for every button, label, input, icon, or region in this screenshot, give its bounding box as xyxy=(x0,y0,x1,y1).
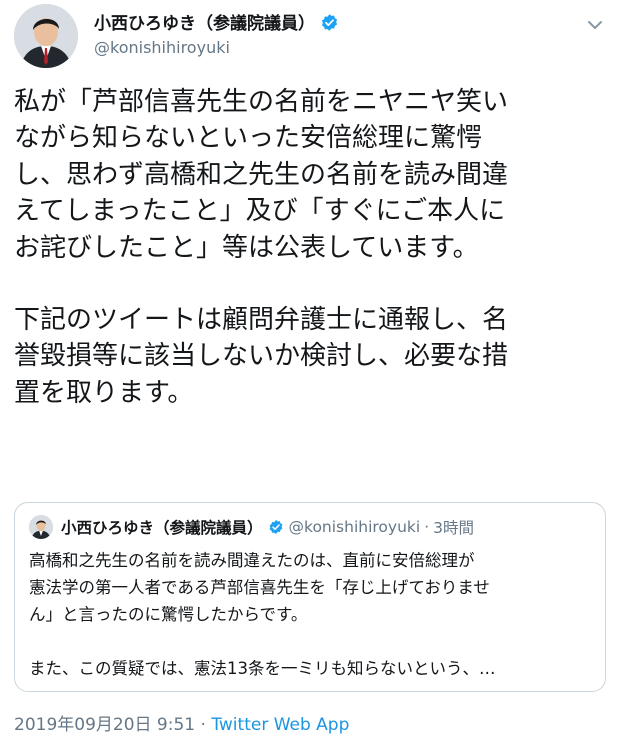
quoted-separator: · xyxy=(424,518,430,536)
quoted-timestamp: 3時間 xyxy=(433,519,474,537)
metadata-separator: · xyxy=(200,715,206,735)
tweet-text: 私が「芦部信喜先生の名前をニヤニヤ笑い ながら知らないといった安倍総理に驚愕 し… xyxy=(14,84,606,411)
quoted-tweet[interactable]: 小西ひろゆき（参議院議員） @konishihiroyuki · 3時間 高橋和… xyxy=(14,502,606,692)
quoted-tweet-header: 小西ひろゆき（参議院議員） @konishihiroyuki · 3時間 xyxy=(29,515,474,539)
tweet-paragraph-1: 私が「芦部信喜先生の名前をニヤニヤ笑い ながら知らないといった安倍総理に驚愕 し… xyxy=(14,87,509,263)
quoted-author-handle: @konishihiroyuki xyxy=(288,518,421,536)
author-handle[interactable]: @konishihiroyuki xyxy=(94,38,230,57)
quoted-paragraph-1: 高橋和之先生の名前を読み間違えたのは、直前に安倍総理が 憲法学の第一人者である芦… xyxy=(29,551,490,624)
author-display-name-text[interactable]: 小西ひろゆき（参議院議員） xyxy=(94,14,315,34)
quoted-author-name: 小西ひろゆき（参議院議員） xyxy=(61,519,263,537)
author-avatar[interactable] xyxy=(14,4,78,68)
quoted-paragraph-2: また、この質疑では、憲法13条を一ミリも知らないという、… xyxy=(29,659,496,678)
quoted-author-avatar xyxy=(29,515,53,539)
chevron-down-icon xyxy=(588,21,602,29)
tweet-timestamp[interactable]: 2019年09月20日 9:51 xyxy=(14,715,195,735)
quoted-tweet-text: 高橋和之先生の名前を読み間違えたのは、直前に安倍総理が 憲法学の第一人者である芦… xyxy=(29,547,597,682)
tweet-source-link[interactable]: Twitter Web App xyxy=(211,715,349,735)
more-options-button[interactable] xyxy=(584,14,606,36)
verified-badge-icon xyxy=(269,520,282,534)
author-display-name[interactable]: 小西ひろゆき（参議院議員） xyxy=(94,9,339,34)
tweet-metadata: 2019年09月20日 9:51 · Twitter Web App xyxy=(14,710,349,735)
tweet-paragraph-2: 下記のツイートは顧問弁護士に通報し、名 誉毀損等に該当しないか検討し、必要な措 … xyxy=(14,305,509,408)
verified-badge-icon xyxy=(321,14,338,31)
